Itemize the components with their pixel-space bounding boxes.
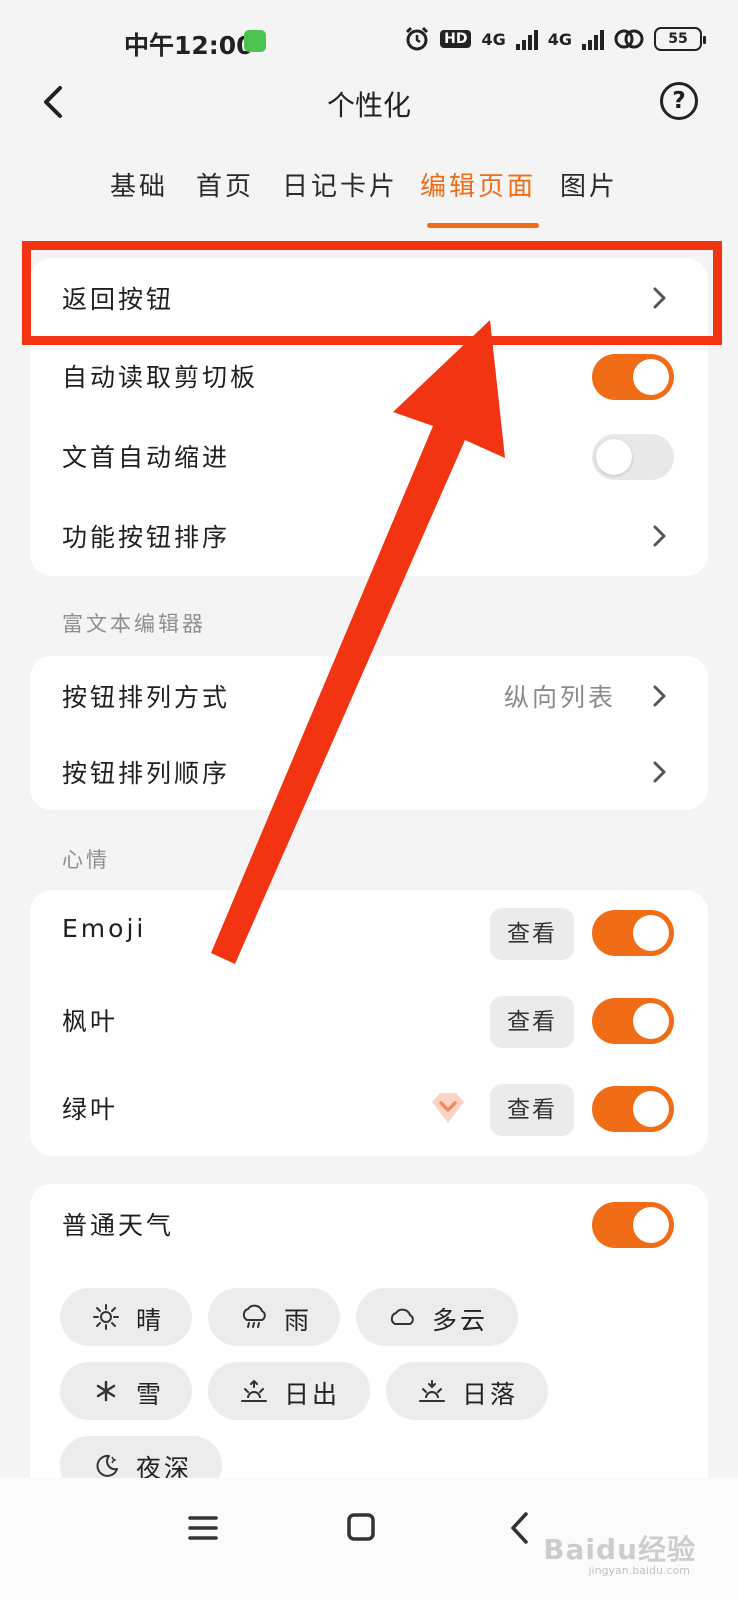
view-maple-button[interactable]: 查看 <box>490 996 574 1048</box>
weather-chip-sunset-label: 日落 <box>462 1380 519 1409</box>
active-tab-indicator <box>427 223 539 228</box>
auto-indent-toggle[interactable] <box>592 434 674 480</box>
button-sequence-label: 按钮排列顺序 <box>62 759 231 788</box>
annotation-highlight-box <box>22 241 722 345</box>
app-header: 个性化 ? <box>0 72 738 132</box>
chevron-right-icon <box>653 525 666 547</box>
weather-chip-sunny[interactable]: 晴 <box>60 1288 192 1346</box>
page-title: 个性化 <box>326 89 411 122</box>
auto-indent-label: 文首自动缩进 <box>62 443 231 472</box>
snow-icon <box>96 1380 116 1402</box>
weather-toggle[interactable] <box>592 1202 674 1248</box>
tab-basic[interactable]: 基础 <box>110 166 168 203</box>
network-type: 4G <box>481 29 506 49</box>
mood-green-leaf-row: 绿叶 查看 <box>30 1068 708 1148</box>
rich-text-card: 按钮排列方式 纵向列表 按钮排列顺序 <box>30 656 708 810</box>
tab-home[interactable]: 首页 <box>196 166 254 203</box>
signal-icon-2 <box>582 28 604 50</box>
signal-icon <box>515 28 538 50</box>
weather-chip-rain[interactable]: 雨 <box>208 1288 340 1346</box>
mood-maple-label: 枫叶 <box>62 1007 119 1036</box>
help-icon[interactable]: ? <box>660 82 698 120</box>
auto-clipboard-row: 自动读取剪切板 <box>30 336 708 416</box>
weather-chip-cloudy[interactable]: 多云 <box>356 1288 518 1346</box>
tab-images[interactable]: 图片 <box>560 166 618 203</box>
chevron-right-icon <box>653 761 666 783</box>
weather-label: 普通天气 <box>62 1211 175 1240</box>
view-emoji-button[interactable]: 查看 <box>490 908 574 960</box>
chevron-right-icon <box>653 685 666 707</box>
view-green-leaf-button[interactable]: 查看 <box>490 1084 574 1136</box>
tab-diary-card[interactable]: 日记卡片 <box>282 166 398 203</box>
vip-diamond-icon <box>432 1093 464 1123</box>
status-icons: HD 4G 4G 55 <box>404 26 706 52</box>
weather-chip-sunset[interactable]: 日落 <box>386 1362 548 1420</box>
sunset-icon <box>419 1380 445 1402</box>
menu-icon[interactable] <box>178 1506 228 1550</box>
mood-section-title: 心情 <box>62 848 110 872</box>
cloud-icon <box>390 1308 414 1325</box>
button-order-row[interactable]: 功能按钮排序 <box>30 496 708 576</box>
watermark-url: jingyan.baidu.com <box>588 1564 690 1577</box>
button-layout-row[interactable]: 按钮排列方式 纵向列表 <box>30 656 708 736</box>
network-type-2: 4G <box>547 29 572 49</box>
mood-maple-row: 枫叶 查看 <box>30 980 708 1060</box>
mood-card: Emoji 查看 枫叶 查看 绿叶 查看 <box>30 890 708 1156</box>
sunrise-icon <box>241 1379 267 1402</box>
rich-text-section-title: 富文本编辑器 <box>62 612 206 636</box>
weather-chip-sunrise-label: 日出 <box>284 1380 341 1409</box>
status-time: 中午12:00 <box>124 31 254 60</box>
alarm-icon <box>406 26 429 51</box>
app-notification-icon <box>244 30 266 52</box>
button-sequence-row[interactable]: 按钮排列顺序 <box>30 732 708 812</box>
weather-chip-cloudy-label: 多云 <box>432 1306 489 1335</box>
moon-icon <box>96 1454 118 1477</box>
weather-chip-snow[interactable]: 雪 <box>60 1362 192 1420</box>
mood-maple-toggle[interactable] <box>592 998 674 1044</box>
back-nav-icon[interactable] <box>496 1506 546 1550</box>
button-layout-value: 纵向列表 <box>503 683 616 712</box>
sun-icon <box>93 1304 119 1330</box>
auto-indent-row: 文首自动缩进 <box>30 416 708 496</box>
mood-emoji-label: Emoji <box>62 914 147 943</box>
tab-edit-page[interactable]: 编辑页面 <box>420 166 536 203</box>
battery-icon: 55 <box>654 27 706 51</box>
weather-chip-sunrise[interactable]: 日出 <box>208 1362 370 1420</box>
mood-green-leaf-toggle[interactable] <box>592 1086 674 1132</box>
watermark: Baidu经验 <box>543 1533 696 1566</box>
weather-chip-rain-label: 雨 <box>284 1306 313 1335</box>
mood-emoji-toggle[interactable] <box>592 910 674 956</box>
weather-chip-sunny-label: 晴 <box>136 1306 165 1335</box>
system-navigation-bar: Baidu经验 jingyan.baidu.com <box>0 1478 738 1600</box>
auto-clipboard-label: 自动读取剪切板 <box>62 363 259 392</box>
rain-icon <box>242 1304 266 1328</box>
hd-icon: HD <box>440 30 472 48</box>
button-layout-label: 按钮排列方式 <box>62 683 231 712</box>
weather-row: 普通天气 <box>30 1184 708 1264</box>
auto-clipboard-toggle[interactable] <box>592 354 674 400</box>
weather-chip-snow-label: 雪 <box>136 1380 165 1409</box>
mood-emoji-row: Emoji 查看 <box>30 892 708 972</box>
tab-bar: 基础 首页 日记卡片 编辑页面 图片 <box>0 160 738 230</box>
link-icon <box>614 29 644 49</box>
home-icon[interactable] <box>336 1506 386 1550</box>
mood-green-leaf-label: 绿叶 <box>62 1095 119 1124</box>
button-order-label: 功能按钮排序 <box>62 523 231 552</box>
